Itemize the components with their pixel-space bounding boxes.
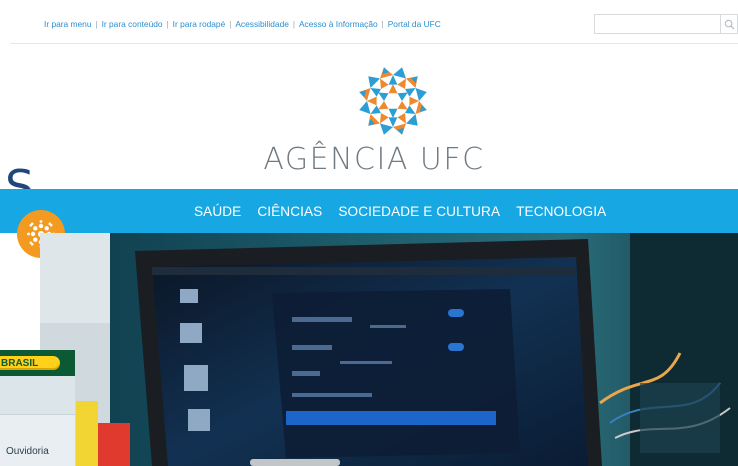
brasil-badge[interactable]: BRASIL — [0, 356, 60, 370]
accessibility-link[interactable]: Acessibilidade — [235, 19, 289, 29]
separator: | — [166, 19, 169, 29]
separator: | — [229, 19, 232, 29]
logo-mosaic-icon — [359, 67, 427, 135]
separator: | — [95, 19, 98, 29]
nav-item-sociedade-e-cultura[interactable]: SOCIEDADE E CULTURA — [338, 204, 500, 219]
main-navigation: SAÚDE CIÊNCIAS SOCIEDADE E CULTURA TECNO… — [0, 189, 738, 233]
search-icon — [724, 19, 735, 30]
skip-to-content-link[interactable]: Ir para conteúdo — [102, 19, 163, 29]
gov-widget-panel — [0, 376, 75, 415]
separator: | — [381, 19, 384, 29]
nav-item-saude[interactable]: SAÚDE — [194, 204, 241, 219]
separator: | — [292, 19, 295, 29]
brasil-badge-label: BRASIL — [1, 357, 39, 369]
search-input[interactable] — [595, 15, 720, 33]
nav-item-tecnologia[interactable]: TECNOLOGIA — [516, 204, 606, 219]
skip-to-footer-link[interactable]: Ir para rodapé — [173, 19, 226, 29]
accessibility-links: Ir para menu | Ir para conteúdo | Ir par… — [44, 19, 441, 29]
top-bar: Ir para menu | Ir para conteúdo | Ir par… — [10, 8, 738, 44]
hero-image[interactable] — [40, 233, 738, 466]
search-box — [594, 14, 738, 34]
ouvidoria-link[interactable]: Ouvidoria — [6, 446, 49, 457]
laptop-photo — [40, 233, 738, 466]
ufc-portal-link[interactable]: Portal da UFC — [388, 19, 441, 29]
header-logo-area: AGÊNCIA UFC — [10, 44, 738, 189]
gov-widget-header: BRASIL — [0, 350, 75, 376]
agencia-ufc-logo[interactable] — [352, 64, 434, 143]
skip-to-menu-link[interactable]: Ir para menu — [44, 19, 91, 29]
government-barra-widget: BRASIL Ouvidoria — [0, 350, 75, 466]
access-to-information-link[interactable]: Acesso à Informação — [299, 19, 378, 29]
search-button[interactable] — [720, 15, 737, 33]
site-title[interactable]: AGÊNCIA UFC — [10, 142, 738, 177]
nav-item-ciencias[interactable]: CIÊNCIAS — [257, 204, 322, 219]
